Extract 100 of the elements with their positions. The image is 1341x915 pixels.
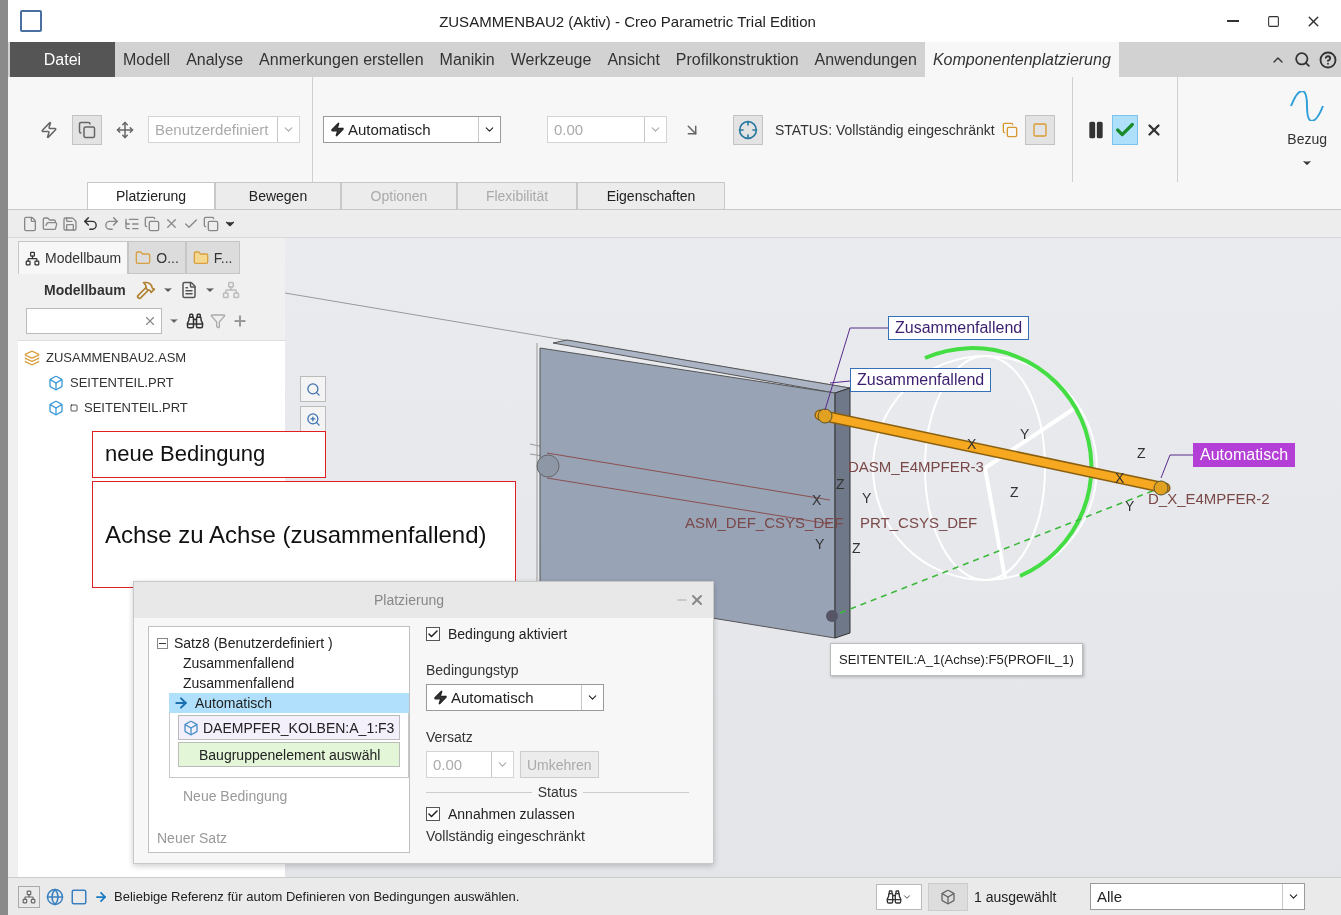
copy-icon <box>78 120 96 139</box>
zoom-in-icon <box>305 411 321 427</box>
zoom-in-button[interactable] <box>300 406 326 432</box>
constraint-item[interactable]: Automatisch <box>169 693 409 713</box>
selection-button[interactable] <box>928 882 968 911</box>
axis-label: Z <box>852 540 861 556</box>
window-icon <box>1031 121 1048 138</box>
dropdown[interactable]: Alle <box>1090 883 1305 910</box>
sine-icon[interactable] <box>1289 90 1326 121</box>
ribbon-tab[interactable]: Anwendungen <box>806 42 925 77</box>
dialog-title: Platzierung <box>374 592 446 608</box>
annotation-note: Achse zu Achse (zusammenfallend) <box>92 481 516 588</box>
search-field[interactable] <box>26 308 162 334</box>
navigator-tab[interactable]: F... <box>185 241 240 274</box>
constraint-label[interactable]: Automatisch <box>1193 443 1296 467</box>
ribbon-tab[interactable]: Analyse <box>178 42 252 77</box>
constraint-enabled-checkbox[interactable]: Bedingung aktiviert <box>426 626 699 642</box>
navigator-tab[interactable]: O... <box>128 241 186 274</box>
navigator-tab[interactable]: Modellbaum <box>18 241 129 274</box>
move-axes-button[interactable] <box>733 114 763 145</box>
binoculars-icon[interactable] <box>186 312 204 330</box>
cube-icon <box>48 374 64 391</box>
selection-count: 1 ausgewählt <box>974 888 1058 905</box>
window-button[interactable] <box>1024 114 1055 145</box>
checkbox[interactable] <box>426 807 440 821</box>
panel-tab[interactable]: Bewegen <box>215 182 341 209</box>
reference-field[interactable]: DAEMPFER_KOLBEN:A_1:F3 <box>178 715 400 740</box>
find-button[interactable] <box>876 883 922 910</box>
lightning-icon <box>433 690 448 705</box>
undo-icon[interactable] <box>82 215 99 232</box>
cube-icon <box>183 719 199 736</box>
axis-label: Y <box>815 536 825 552</box>
set-item[interactable]: Satz8 (Benutzerdefiniert ) <box>157 633 401 653</box>
tooltip: SEITENTEIL:A_1(Achse):F5(PROFIL_1) <box>830 643 1083 676</box>
axis-label: Z <box>1137 445 1146 461</box>
help-icon <box>1319 50 1337 69</box>
status-text: Vollständig eingeschränkt <box>426 828 586 844</box>
constraint-item[interactable]: Zusammenfallend <box>157 653 409 673</box>
axis-label: Z <box>1010 484 1019 500</box>
reference-field[interactable]: Baugruppenelement auswähl <box>178 742 400 767</box>
ribbon-tab[interactable]: Komponentenplatzierung <box>924 42 1119 77</box>
overlap-button[interactable] <box>72 114 102 145</box>
search-icon <box>1294 51 1311 68</box>
arrow-icon <box>173 695 189 711</box>
constraint-item[interactable]: Zusammenfallend <box>157 673 409 693</box>
filter-icon[interactable] <box>210 313 226 329</box>
datum-label: PRT_CSYS_DEF <box>860 514 978 531</box>
expander-icon[interactable] <box>157 637 168 649</box>
file-menu[interactable]: Datei <box>10 42 115 77</box>
ribbon-tab[interactable]: Profilkonstruktion <box>667 42 807 77</box>
switch-window-icon[interactable] <box>203 215 219 232</box>
close-window-icon[interactable] <box>164 216 179 231</box>
tree-item[interactable]: SEITENTEIL.PRT <box>24 395 285 420</box>
panel-tab[interactable]: Eigenschaften <box>577 182 725 209</box>
lightning-icon <box>40 120 58 139</box>
clear-icon[interactable] <box>143 314 157 328</box>
allow-assumptions-checkbox[interactable]: Annahmen zulassen <box>426 806 699 822</box>
close-icon[interactable] <box>689 592 705 608</box>
group-label: Status <box>537 784 578 800</box>
tree-icon <box>22 889 36 904</box>
tree-item[interactable]: ZUSAMMENBAU2.ASM <box>24 345 285 370</box>
constraint-label[interactable]: Zusammenfallend <box>850 368 992 392</box>
hammer-icon[interactable] <box>135 280 156 300</box>
add-icon[interactable] <box>232 313 248 329</box>
window-icon[interactable] <box>70 887 88 906</box>
binoculars-icon <box>886 888 902 905</box>
zoom-fit-button[interactable] <box>300 376 326 402</box>
checkbox[interactable] <box>426 627 440 641</box>
ribbon-tab[interactable]: Werkzeuge <box>502 42 600 77</box>
axis-label: Y <box>1020 426 1030 442</box>
globe-icon[interactable] <box>46 887 64 906</box>
dropdown[interactable]: Automatisch <box>426 684 604 711</box>
window-title: ZUSAMMENBAU2 (Aktiv) - Creo Parametric Trial Edition <box>438 12 817 30</box>
constraint-label[interactable]: Zusammenfallend <box>888 316 1030 340</box>
ribbon-tab[interactable]: Ansicht <box>599 42 668 77</box>
status-message: Beliebige Referenz für autom Definieren von Bedingungen auswählen. <box>114 889 521 904</box>
maximize-icon <box>1266 14 1280 28</box>
windows-icon[interactable] <box>144 215 160 232</box>
app-icon[interactable] <box>20 10 42 32</box>
tree-button[interactable] <box>18 885 40 908</box>
marker-icon <box>70 403 78 412</box>
search-icon <box>305 381 321 397</box>
move-icon <box>116 120 134 139</box>
axis-label: Y <box>862 490 872 506</box>
panel-tab[interactable]: Platzierung <box>87 182 215 209</box>
dropdown[interactable]: Automatisch <box>323 116 501 143</box>
panel-heading: Modellbaum <box>44 282 126 298</box>
cube-icon <box>940 888 956 905</box>
cube-icon <box>48 399 64 416</box>
open-folder-icon[interactable] <box>42 215 58 232</box>
new-file-icon[interactable] <box>22 215 38 232</box>
ribbon-tab[interactable]: Anmerkungen erstellen <box>251 42 432 77</box>
datum-label: D_X_E4MPFER-2 <box>1148 490 1270 507</box>
ribbon-tab[interactable]: Manikin <box>431 42 503 77</box>
ribbon-tab[interactable]: Modell <box>115 42 179 77</box>
document-icon[interactable] <box>179 281 198 299</box>
check-icon <box>427 808 439 820</box>
apply-button[interactable] <box>1112 114 1138 145</box>
axis-label: X <box>1115 470 1125 486</box>
tree-item[interactable]: SEITENTEIL.PRT <box>24 370 285 395</box>
